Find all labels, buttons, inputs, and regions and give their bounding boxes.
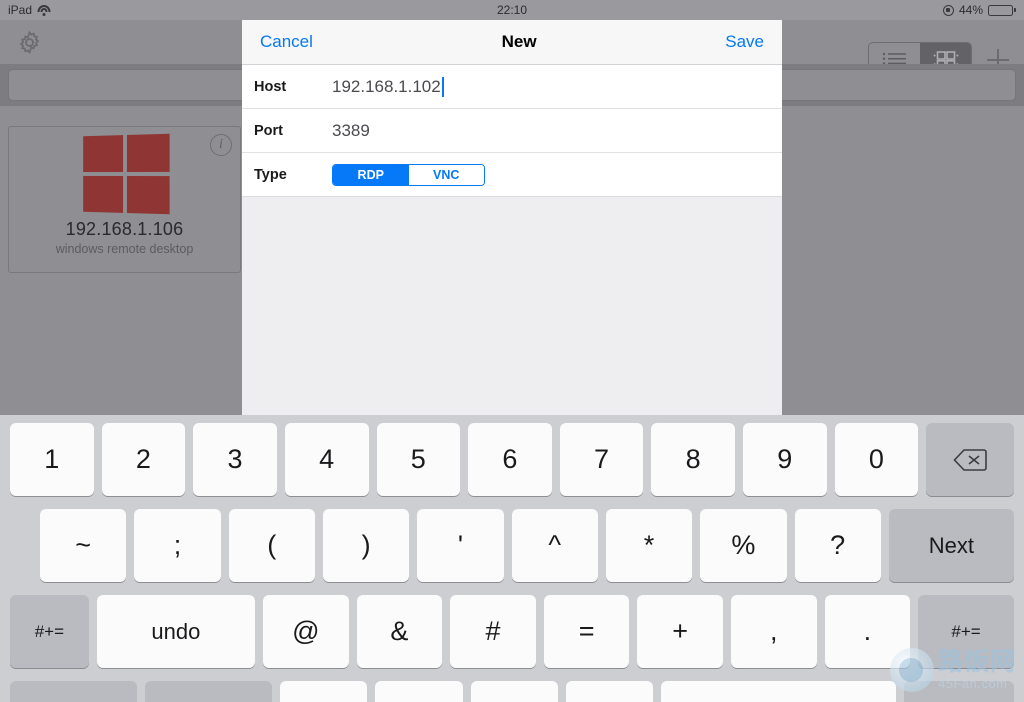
watermark-text-cn: 路饭网	[937, 648, 1016, 676]
cancel-button[interactable]: Cancel	[260, 32, 313, 52]
battery-percent: 44%	[958, 3, 983, 17]
type-option-rdp[interactable]: RDP	[333, 164, 409, 185]
key-bottom-1[interactable]	[279, 681, 368, 702]
watermark-text-en: 45Fan.com	[937, 676, 1008, 691]
key-at[interactable]: @	[263, 595, 349, 668]
tile-subtitle: windows remote desktop	[55, 242, 194, 256]
connection-tile[interactable]: i 192.168.1.106 windows remote desktop	[8, 126, 241, 273]
keyboard-row-symbols-1: ~ ; ( ) ' ^ * % ? Next	[0, 509, 1024, 582]
key-symbols-shift-left[interactable]: #+=	[10, 595, 89, 668]
key-hash[interactable]: #	[450, 595, 536, 668]
key-5[interactable]: 5	[376, 423, 461, 496]
port-field[interactable]: 3389	[332, 121, 370, 141]
key-0[interactable]: 0	[834, 423, 919, 496]
on-screen-keyboard: 1 2 3 4 5 6 7 8 9 0 ~ ; ( ) ' ^ * % ? Ne…	[0, 415, 1024, 702]
delete-backspace-icon[interactable]	[926, 423, 1015, 496]
key-bottom-3[interactable]	[470, 681, 558, 702]
status-bar-right: 44%	[942, 0, 1016, 20]
key-1[interactable]: 1	[10, 423, 94, 496]
gear-icon[interactable]	[16, 29, 43, 56]
key-question[interactable]: ?	[794, 509, 881, 582]
type-label: Type	[254, 166, 287, 183]
form-row-type: Type RDP VNC	[242, 153, 782, 197]
watermark-globe-icon	[889, 648, 934, 692]
keyboard-row-numbers: 1 2 3 4 5 6 7 8 9 0	[0, 423, 1024, 496]
key-bottom-4[interactable]	[565, 681, 654, 702]
key-2[interactable]: 2	[101, 423, 186, 496]
key-semicolon[interactable]: ;	[134, 509, 221, 582]
key-7[interactable]: 7	[559, 423, 644, 496]
modal-navigation-bar: Cancel New Save	[242, 20, 782, 65]
key-6[interactable]: 6	[468, 423, 552, 496]
rotation-lock-icon	[942, 4, 954, 16]
key-comma[interactable]: ,	[730, 595, 817, 668]
key-apostrophe[interactable]: '	[417, 509, 504, 582]
key-plus[interactable]: +	[637, 595, 723, 668]
host-field[interactable]: 192.168.1.102	[332, 76, 444, 97]
port-value: 3389	[332, 120, 370, 140]
key-abc-left[interactable]	[10, 681, 137, 702]
key-emoji[interactable]	[144, 681, 272, 702]
key-asterisk[interactable]: *	[605, 509, 693, 582]
type-option-vnc[interactable]: VNC	[408, 164, 484, 185]
key-8[interactable]: 8	[651, 423, 735, 496]
modal-title: New	[501, 32, 537, 51]
info-icon[interactable]: i	[210, 134, 232, 156]
save-button[interactable]: Save	[725, 32, 764, 52]
key-paren-close[interactable]: )	[322, 509, 410, 582]
windows-logo-icon	[82, 133, 170, 215]
clock-time: 22:10	[496, 3, 528, 17]
key-9[interactable]: 9	[743, 423, 827, 496]
key-bottom-2[interactable]	[375, 681, 463, 702]
port-label: Port	[254, 122, 283, 139]
key-tilde[interactable]: ~	[40, 509, 127, 582]
key-ampersand[interactable]: &	[356, 595, 443, 668]
key-space[interactable]	[661, 681, 896, 702]
status-bar: iPad 22:10 44%	[0, 0, 1024, 20]
watermark: 路饭网 45Fan.com	[889, 648, 1016, 692]
key-4[interactable]: 4	[284, 423, 369, 496]
form-row-host[interactable]: Host 192.168.1.102	[242, 65, 782, 109]
host-value: 192.168.1.102	[332, 76, 441, 96]
watermark-text: 路饭网 45Fan.com	[937, 648, 1016, 691]
form-row-port[interactable]: Port 3389	[242, 109, 782, 153]
key-percent[interactable]: %	[700, 509, 787, 582]
host-label: Host	[254, 78, 287, 95]
text-caret	[441, 76, 444, 97]
new-connection-modal: Cancel New Save Host 192.168.1.102 Port …	[242, 20, 782, 415]
battery-icon	[988, 4, 1016, 16]
key-next[interactable]: Next	[888, 509, 1014, 582]
keyboard-row-spacer	[6, 509, 36, 582]
tile-title: 192.168.1.106	[65, 219, 184, 239]
key-equals[interactable]: =	[543, 595, 630, 668]
key-paren-open[interactable]: (	[228, 509, 315, 582]
key-3[interactable]: 3	[193, 423, 277, 496]
key-caret[interactable]: ^	[511, 509, 598, 582]
status-bar-clock: 22:10	[0, 0, 1024, 20]
connection-form: Host 192.168.1.102 Port 3389 Type RDP VN…	[242, 65, 782, 197]
ipad-screen: iPad 22:10 44% i 192.168.1.106 windows r…	[0, 0, 1024, 702]
type-segmented-control[interactable]: RDP VNC	[332, 163, 485, 186]
keyboard-row-bottom	[0, 681, 1024, 702]
key-undo[interactable]: undo	[96, 595, 256, 668]
keyboard-row-symbols-2: #+= undo @ & # = + , . #+=	[0, 595, 1024, 668]
